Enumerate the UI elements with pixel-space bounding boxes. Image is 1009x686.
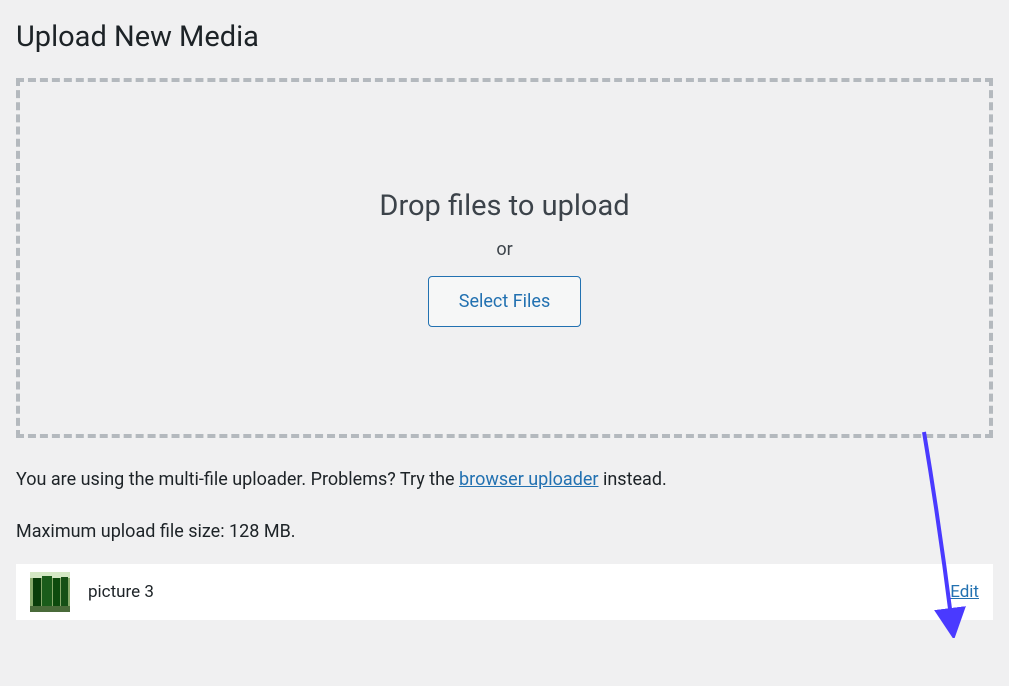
page-title: Upload New Media [16,20,993,54]
drop-zone-heading: Drop files to upload [379,189,629,223]
uploaded-item-filename: picture 3 [88,582,950,602]
uploaded-item-row: picture 3 Edit [16,564,993,620]
uploaded-item-thumbnail [30,572,70,612]
uploader-info-prefix: You are using the multi-file uploader. P… [16,469,459,490]
max-upload-size-text: Maximum upload file size: 128 MB. [16,521,993,542]
uploader-info-text: You are using the multi-file uploader. P… [16,466,993,493]
select-files-button[interactable]: Select Files [428,276,581,327]
file-drop-zone[interactable]: Drop files to upload or Select Files [16,78,993,438]
edit-item-link[interactable]: Edit [950,582,979,602]
drop-zone-or-text: or [496,239,512,260]
uploader-info-suffix: instead. [599,469,667,490]
browser-uploader-link[interactable]: browser uploader [459,469,598,490]
